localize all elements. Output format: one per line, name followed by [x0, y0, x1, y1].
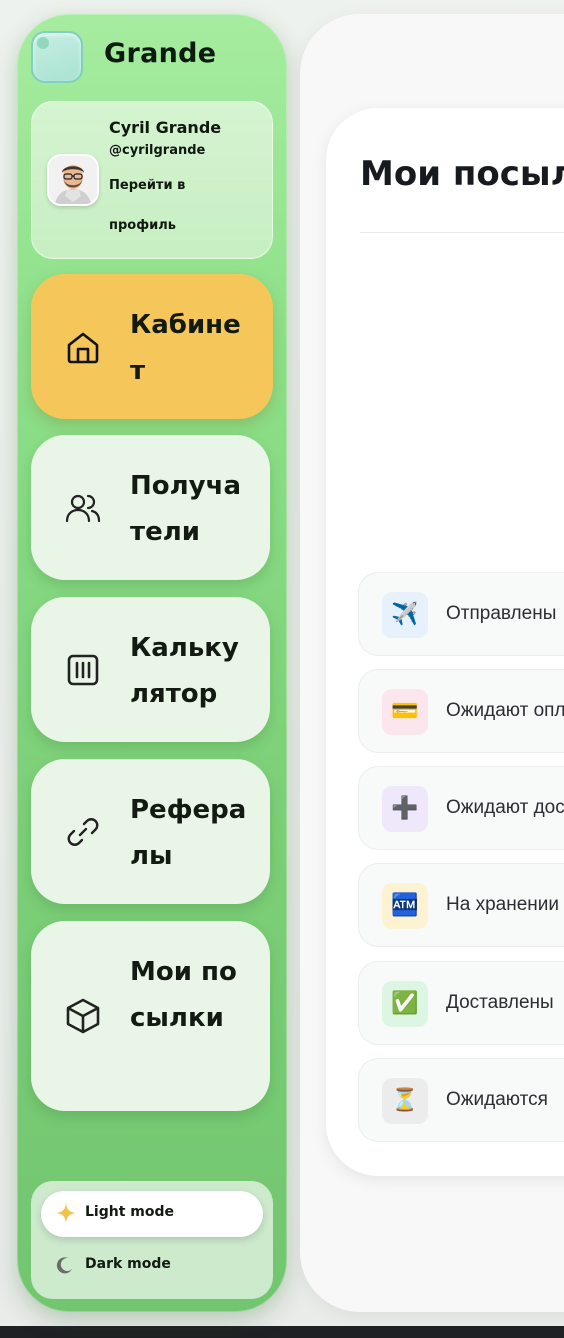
status-row-delivered[interactable]: ✅ Доставлены	[358, 961, 564, 1045]
nav-label-calculator: Калькулятор	[130, 633, 239, 709]
moon-icon	[56, 1257, 72, 1274]
status-row-awaiting-payment[interactable]: 💳 Ожидают оплаты	[358, 669, 564, 753]
nav-label-recipients: Получатели	[130, 471, 242, 547]
status-label: Доставлены	[446, 992, 554, 1013]
logo-icon[interactable]	[31, 31, 83, 83]
page-title: Мои посылки	[360, 154, 564, 194]
calculator-icon	[67, 654, 99, 685]
check-icon: ✅	[382, 981, 428, 1027]
nav-label-my-parcels: Мои посылки	[130, 957, 237, 1033]
divider	[360, 232, 564, 233]
avatar-image	[49, 156, 97, 204]
card-icon: 💳	[382, 689, 428, 735]
status-row-in-storage[interactable]: 🏧 На хранении	[358, 863, 564, 947]
plus-icon: ➕	[382, 786, 428, 832]
logo-dot	[37, 37, 49, 49]
nav-label-cabinet: Кабинет	[130, 310, 241, 386]
link-icon	[67, 817, 99, 846]
profile-link[interactable]: Перейти в	[109, 178, 185, 193]
status-label: На хранении	[446, 894, 559, 915]
status-label: Ожидают доставки	[446, 797, 564, 818]
box-icon	[66, 998, 100, 1034]
hourglass-icon: ⏳	[382, 1078, 428, 1124]
status-label: Ожидаются	[446, 1089, 548, 1110]
atm-icon: 🏧	[382, 883, 428, 929]
nav-item-referrals[interactable]: Рефералы	[31, 759, 270, 904]
status-row-sent[interactable]: ✈️ Отправлены	[358, 572, 564, 656]
brand-name: Grande	[104, 38, 217, 69]
nav-item-calculator[interactable]: Калькулятор	[31, 597, 270, 742]
status-label: Ожидают оплаты	[446, 700, 564, 721]
nav-item-cabinet[interactable]: Кабинет	[31, 274, 273, 419]
airplane-icon: ✈️	[382, 592, 428, 638]
nav-item-my-parcels[interactable]: Мои посылки	[31, 921, 270, 1111]
avatar[interactable]	[47, 154, 99, 206]
nav-item-recipients[interactable]: Получатели	[31, 435, 270, 580]
status-row-expected[interactable]: ⏳ Ожидаются	[358, 1058, 564, 1142]
users-icon	[65, 494, 101, 522]
profile-handle: @cyrilgrande	[109, 143, 206, 158]
light-mode-label[interactable]: Light mode	[85, 1204, 174, 1220]
profile-link-continued[interactable]: профиль	[109, 218, 176, 233]
taskbar-edge	[0, 1326, 564, 1338]
home-icon	[67, 332, 99, 363]
status-label: Отправлены	[446, 603, 557, 624]
dark-mode-button[interactable]: Dark mode	[85, 1256, 171, 1272]
sparkle-icon	[56, 1203, 76, 1223]
profile-name: Cyril Grande	[109, 118, 222, 137]
status-row-awaiting-delivery[interactable]: ➕ Ожидают доставки	[358, 766, 564, 850]
nav-label-referrals: Рефералы	[130, 795, 247, 871]
